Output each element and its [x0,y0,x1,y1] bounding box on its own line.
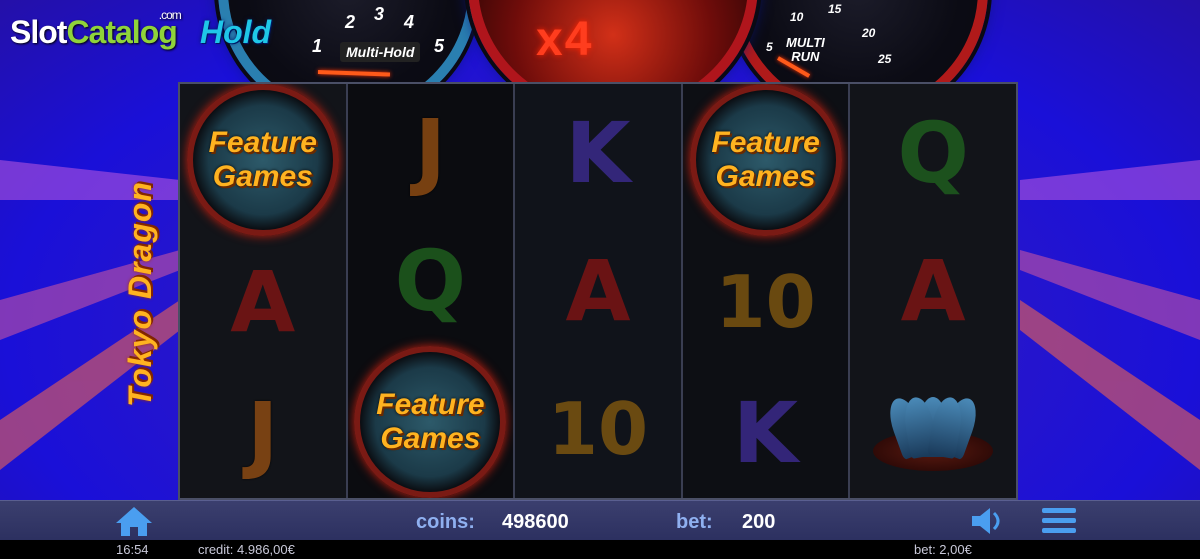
site-logo: SlotCatalog .com [10,8,182,50]
menu-button[interactable] [1040,505,1080,537]
multi-hold-number: 4 [404,12,415,32]
card-symbol: K [733,383,799,482]
card-symbol: A [900,242,966,340]
bet-label: bet: [676,511,713,533]
card-symbol: A [565,242,631,340]
reel-grid: Feature Games A J J Q Feature Games K A 10 Feature G… [178,82,1018,500]
multi-run-number: 5 [766,40,773,54]
feature-games-symbol: Feature Games [689,84,842,236]
multi-run-number: 25 [878,52,892,66]
feature-games-symbol: Feature Games [186,84,339,236]
card-symbol: Q [394,231,467,330]
feature-games-text: Feature [711,126,820,159]
card-symbol: 10 [715,259,816,344]
feature-games-text: Games [715,160,816,193]
reel-cell: J [180,367,346,498]
card-symbol: J [414,100,447,199]
multiplier-display: x4 [536,13,594,66]
reel-cell: A [850,222,1016,360]
coins-label: coins: [416,511,475,533]
reel-4: Feature Games 10 K [682,84,851,498]
reel-cell: Q [348,215,514,346]
reel-cell: Feature Games [683,84,849,236]
reel-5: QA [850,84,1016,498]
bet-value: 200 [742,511,776,533]
card-symbol: Q [897,104,969,202]
card-symbol: A [230,252,296,351]
multi-hold-number: 5 [434,36,445,56]
reel-cell: Q [850,84,1016,222]
multi-hold-number: 1 [312,36,323,56]
reel-cell: A [180,236,346,367]
feature-games-text: Feature [376,388,485,421]
speaker-icon [972,508,1000,534]
reel-cell: 10 [683,236,849,367]
lotus-symbol [873,379,994,479]
card-symbol: J [247,383,279,482]
multi-hold-number: 2 [345,12,356,32]
feature-games-text: Games [380,422,481,455]
status-bar: coins: 498600 bet: 200 [0,500,1200,541]
credit-text: credit: 4.986,00€ [198,542,295,557]
footer-bar: 16:54 credit: 4.986,00€ bet: 2,00€ [0,540,1200,559]
feature-games-text: Games [212,160,313,193]
multi-hold-number: 3 [374,4,385,24]
game-title: Tokyo Dragon [122,181,158,407]
reel-cell: K [515,84,681,222]
game-badge: Hold [200,14,272,50]
home-icon [116,507,152,536]
home-button[interactable] [114,505,154,537]
multi-run-number: 15 [828,2,842,16]
reel-cell: Feature Games [348,346,514,498]
card-symbol: 10 [547,387,649,471]
multi-run-number: 20 [862,26,876,40]
reel-3: K A 10 [515,84,683,498]
reel-cell: J [348,84,514,215]
menu-icon [1042,508,1076,533]
reel-2: J Q Feature Games [347,84,516,498]
clock: 16:54 [116,542,149,557]
reel-cell: A [515,222,681,360]
bet-text: bet: 2,00€ [914,542,972,557]
reel-cell [850,360,1016,498]
sound-button[interactable] [968,505,1008,537]
multi-run-number: 10 [790,10,804,24]
reel-cell: 10 [515,360,681,498]
feature-games-symbol: Feature Games [354,346,507,498]
multi-run-label: MULTI RUN [786,35,825,64]
reel-cell: Feature Games [180,84,346,236]
reel-1: Feature Games A J [180,84,348,498]
feature-games-text: Feature [208,126,317,159]
card-symbol: K [565,104,631,202]
multi-hold-label: Multi-Hold [340,42,421,62]
reel-cell: K [683,367,849,498]
coins-value: 498600 [502,511,569,533]
